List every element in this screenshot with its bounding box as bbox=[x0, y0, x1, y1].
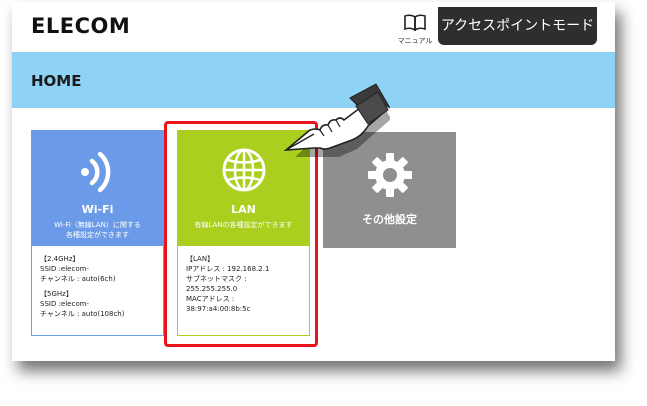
page-title: HOME bbox=[31, 72, 82, 90]
wifi-title: Wi-Fi bbox=[81, 203, 114, 216]
wifi-info-band-5: 【5GHz】 bbox=[40, 290, 73, 298]
wifi-info-channel-24: チャンネル : auto(6ch) bbox=[40, 275, 116, 283]
wifi-info-ssid-5: SSID :elecom- bbox=[40, 300, 89, 308]
wifi-tile[interactable]: Wi-Fi Wi-Fi（無線LAN）に関する 各種設定ができます 【2.4GHz… bbox=[31, 130, 164, 336]
access-point-mode-button[interactable]: アクセスポイントモード bbox=[438, 7, 597, 45]
wifi-info-panel: 【2.4GHz】 SSID :elecom- チャンネル : auto(6ch)… bbox=[31, 246, 164, 336]
book-icon bbox=[404, 14, 426, 32]
other-settings-title: その他設定 bbox=[362, 213, 417, 226]
manual-link[interactable]: マニュアル bbox=[395, 14, 435, 46]
header: ELECOM マニュアル アクセスポイントモード bbox=[12, 2, 615, 52]
wifi-info-band-24: 【2.4GHz】 bbox=[40, 255, 80, 263]
elecom-logo: ELECOM bbox=[31, 14, 131, 38]
wifi-icon bbox=[81, 151, 111, 193]
wifi-info-channel-5: チャンネル : auto(108ch) bbox=[40, 310, 125, 318]
pointing-hand-icon bbox=[283, 83, 390, 157]
wifi-info-ssid-24: SSID :elecom- bbox=[40, 265, 89, 273]
wifi-description: Wi-Fi（無線LAN）に関する 各種設定ができます bbox=[31, 220, 164, 240]
wifi-desc-line2: 各種設定ができます bbox=[66, 231, 129, 239]
wifi-desc-line1: Wi-Fi（無線LAN）に関する bbox=[54, 221, 141, 229]
manual-label: マニュアル bbox=[397, 37, 433, 45]
wifi-tile-header[interactable]: Wi-Fi Wi-Fi（無線LAN）に関する 各種設定ができます bbox=[31, 130, 164, 246]
